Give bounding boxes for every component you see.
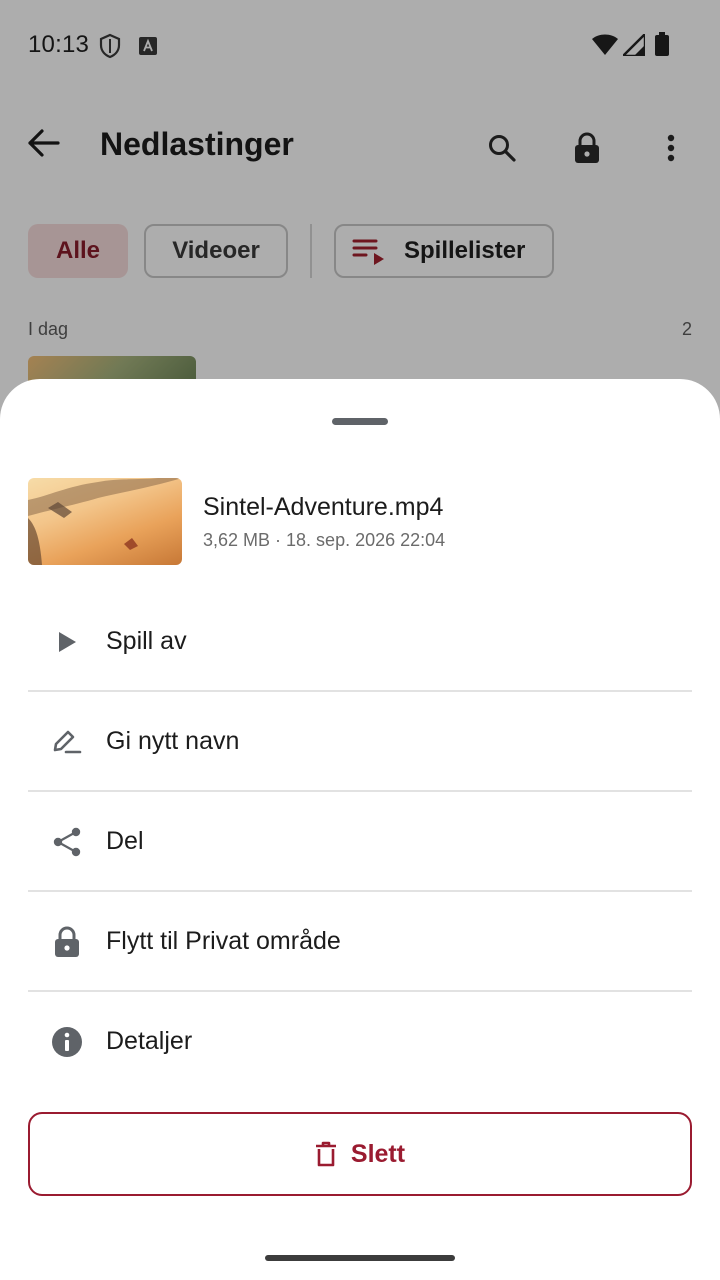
home-indicator[interactable]	[265, 1255, 455, 1261]
menu-label-play: Spill av	[106, 627, 187, 655]
share-icon	[50, 825, 84, 859]
menu-item-rename[interactable]: Gi nytt navn	[28, 692, 692, 792]
play-icon	[50, 625, 84, 659]
menu-label-rename: Gi nytt navn	[106, 727, 240, 755]
bottom-sheet: Sintel-Adventure.mp4 3,62 MB · 18. sep. …	[0, 379, 720, 1280]
menu-label-share: Del	[106, 827, 144, 855]
rename-pen-icon	[50, 725, 84, 759]
file-thumbnail	[28, 478, 182, 565]
menu-item-details[interactable]: Detaljer	[28, 992, 692, 1092]
menu-label-move-private: Flytt til Privat område	[106, 927, 341, 955]
lock-icon	[50, 925, 84, 959]
trash-icon	[315, 1141, 336, 1167]
file-name: Sintel-Adventure.mp4	[203, 493, 444, 521]
delete-label: Slett	[350, 1139, 406, 1168]
menu-label-details: Detaljer	[106, 1027, 193, 1055]
drag-handle[interactable]	[332, 418, 388, 425]
menu-item-play[interactable]: Spill av	[28, 592, 692, 692]
file-meta: 3,62 MB · 18. sep. 2026 22:04	[203, 530, 446, 550]
menu-item-move-private[interactable]: Flytt til Privat område	[28, 892, 692, 992]
menu-item-share[interactable]: Del	[28, 792, 692, 892]
info-icon	[50, 1025, 84, 1059]
delete-button[interactable]: Slett	[28, 1112, 692, 1196]
